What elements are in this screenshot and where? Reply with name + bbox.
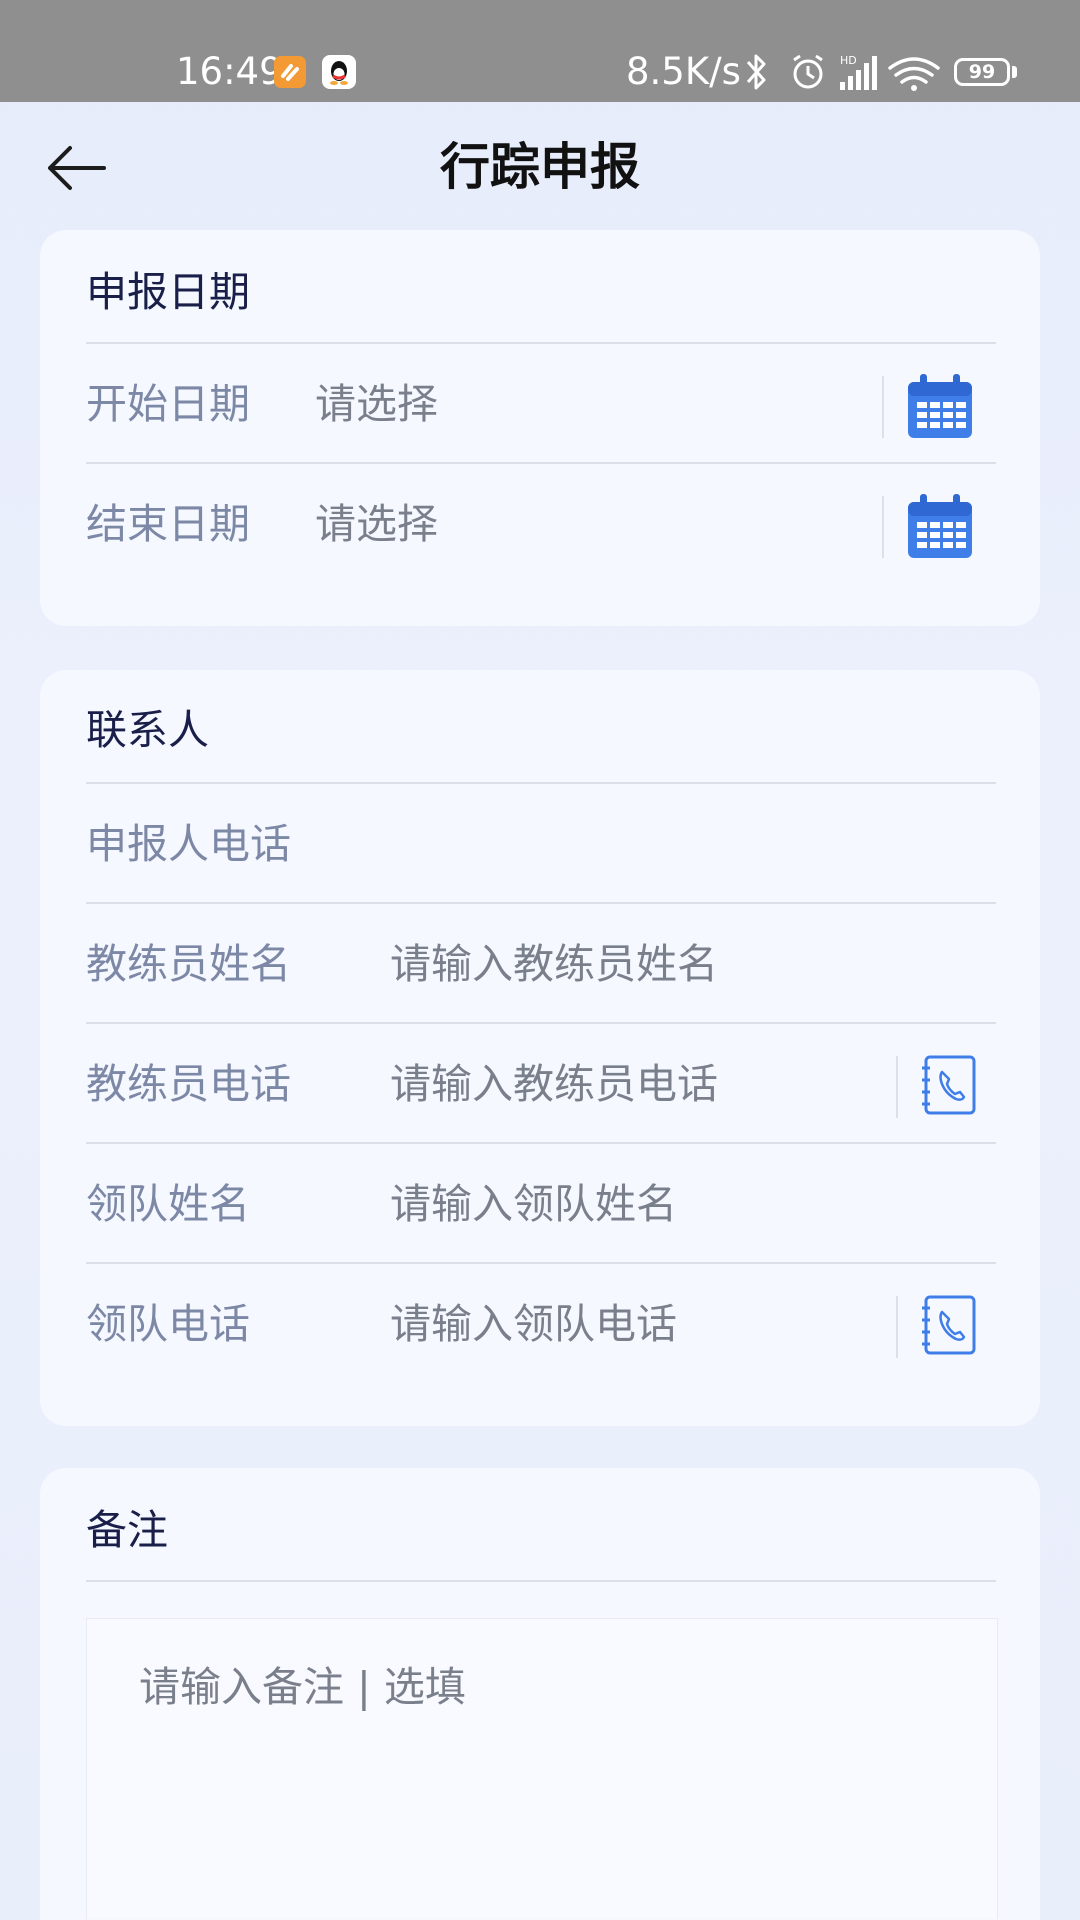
- start-date-calendar-button[interactable]: [906, 372, 974, 440]
- phone-book-icon: [922, 1055, 976, 1115]
- coach-name-label: 教练员姓名: [86, 940, 291, 988]
- contact-card: 联系人 申报人电话 教练员姓名 请输入教练员姓名 教练员电话 请输入教练员电话 …: [40, 670, 1040, 1426]
- divider: [86, 342, 996, 344]
- end-date-calendar-button[interactable]: [906, 492, 974, 560]
- divider: [86, 782, 996, 784]
- leader-phone-input[interactable]: 请输入领队电话: [390, 1296, 677, 1352]
- divider: [86, 462, 996, 464]
- report-date-card: 申报日期 开始日期 请选择 结束日期 请选择: [40, 230, 1040, 626]
- end-date-field[interactable]: 请选择: [315, 496, 438, 552]
- divider: [86, 1262, 996, 1264]
- divider: [86, 902, 996, 904]
- start-date-field[interactable]: 请选择: [315, 376, 438, 432]
- app-notification-icon: [274, 56, 306, 88]
- leader-phone-label: 领队电话: [86, 1300, 250, 1348]
- end-date-label: 结束日期: [86, 500, 250, 548]
- report-date-title: 申报日期: [86, 268, 250, 316]
- coach-phone-input[interactable]: 请输入教练员电话: [390, 1056, 718, 1112]
- remark-card: 备注 请输入备注 | 选填: [40, 1468, 1040, 1920]
- alarm-icon: [793, 54, 823, 89]
- svg-text:HD: HD: [840, 54, 857, 67]
- qq-icon: [322, 55, 356, 89]
- network-speed: 8.5K/s: [626, 50, 741, 93]
- status-bar: 16:49 8.5K/s HD 99: [0, 0, 1080, 102]
- page-title: 行踪申报: [440, 138, 640, 196]
- leader-name-label: 领队姓名: [86, 1180, 250, 1228]
- phone-book-icon: [922, 1295, 976, 1355]
- wifi-icon: [888, 57, 940, 91]
- calendar-icon: [908, 494, 972, 558]
- divider: [86, 1022, 996, 1024]
- coach-contacts-button[interactable]: [920, 1054, 978, 1116]
- battery-icon: 99: [954, 58, 1010, 86]
- battery-tip: [1012, 66, 1017, 78]
- separator: [896, 1296, 898, 1358]
- remark-placeholder: 请输入备注 | 选填: [139, 1663, 466, 1711]
- remark-textarea[interactable]: 请输入备注 | 选填: [86, 1618, 998, 1919]
- leader-name-input[interactable]: 请输入领队姓名: [390, 1176, 677, 1232]
- calendar-icon: [908, 374, 972, 438]
- separator: [882, 496, 884, 558]
- status-time: 16:49: [176, 50, 283, 93]
- signal-icon: HD: [840, 54, 877, 90]
- coach-name-input[interactable]: 请输入教练员姓名: [390, 936, 718, 992]
- separator: [896, 1056, 898, 1118]
- separator: [882, 376, 884, 438]
- divider: [86, 1580, 996, 1582]
- header: 行踪申报: [0, 102, 1080, 232]
- divider: [86, 1142, 996, 1144]
- remark-title: 备注: [86, 1506, 168, 1554]
- reporter-phone-label: 申报人电话: [86, 820, 291, 868]
- coach-phone-label: 教练员电话: [86, 1060, 291, 1108]
- start-date-label: 开始日期: [86, 380, 250, 428]
- bluetooth-icon: [746, 54, 766, 90]
- contact-title: 联系人: [86, 706, 209, 754]
- leader-contacts-button[interactable]: [920, 1294, 978, 1356]
